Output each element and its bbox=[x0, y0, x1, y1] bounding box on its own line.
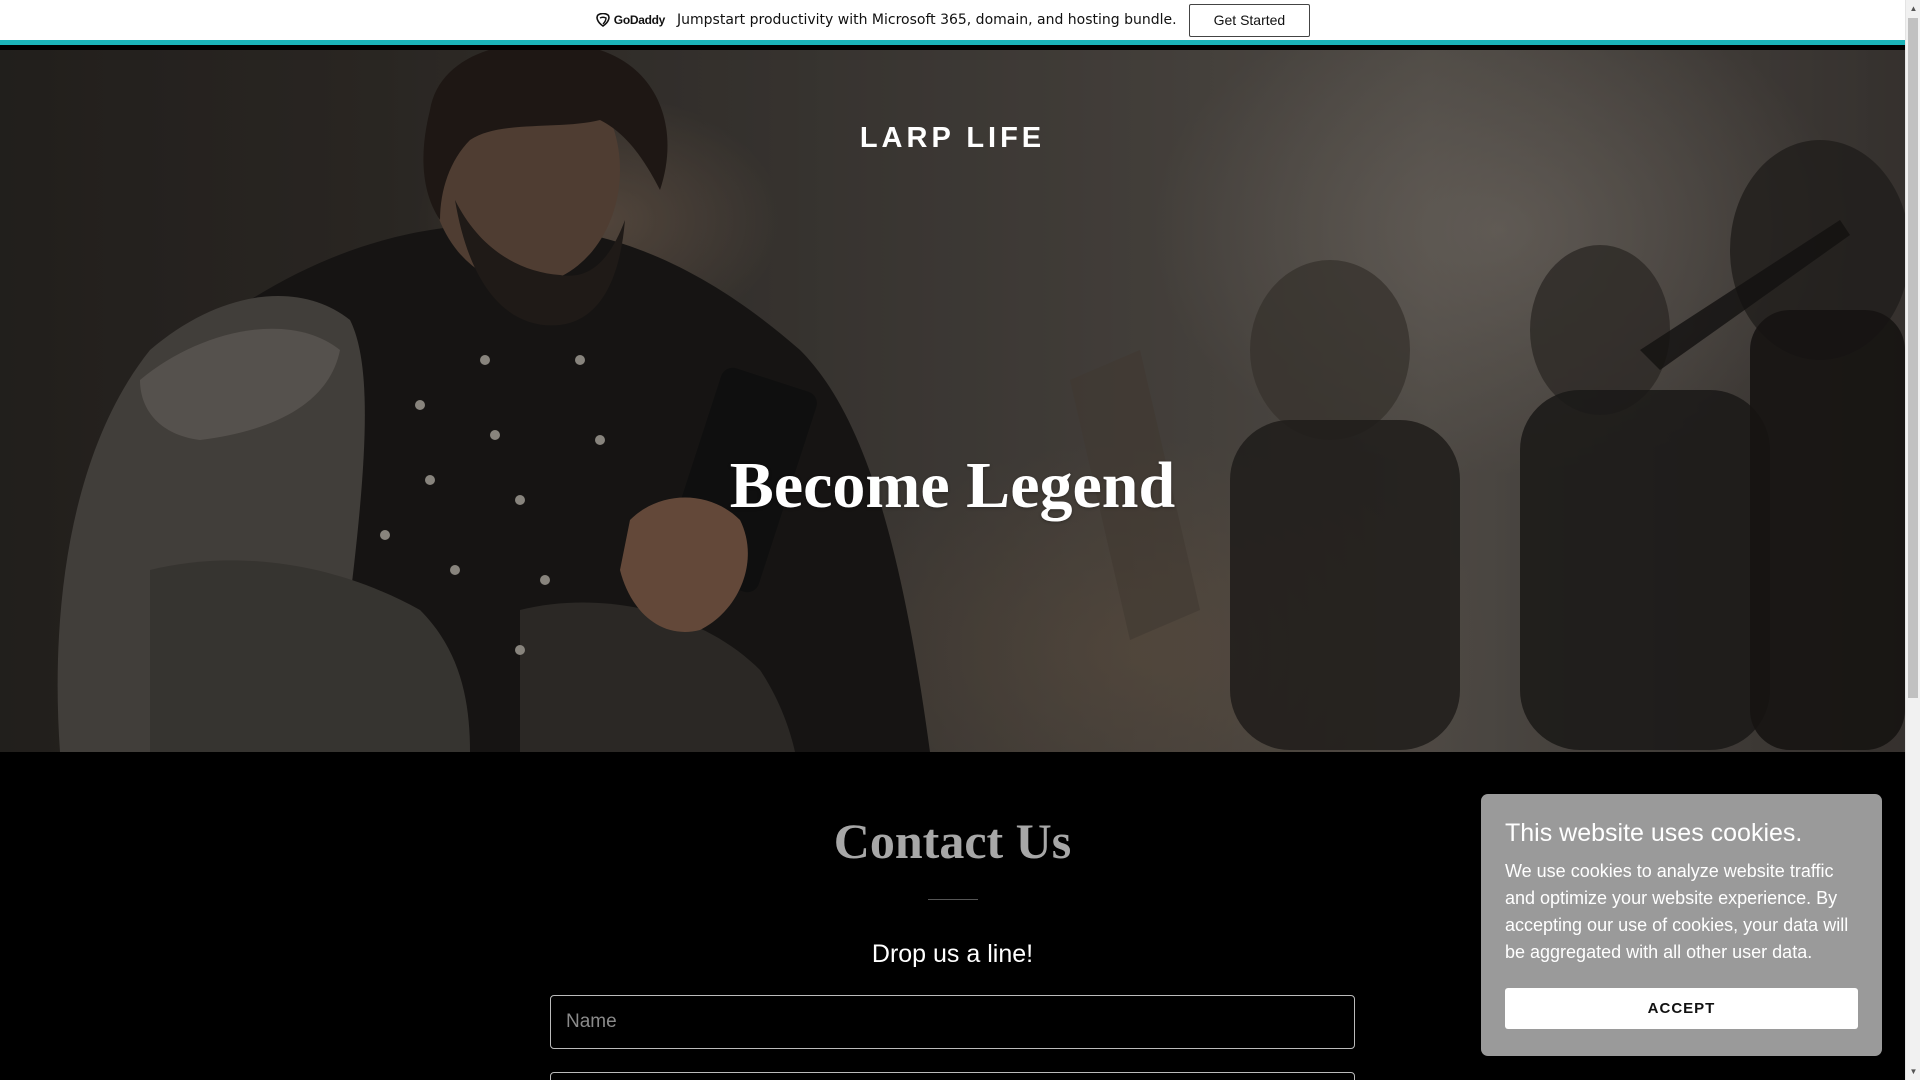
godaddy-logo-icon bbox=[596, 13, 610, 27]
name-input[interactable] bbox=[550, 995, 1355, 1049]
hero-heading: Become Legend bbox=[729, 449, 1176, 522]
site-title[interactable]: LARP LIFE bbox=[0, 122, 1905, 155]
godaddy-logo-text: GoDaddy bbox=[613, 13, 666, 27]
scrollbar-thumb[interactable] bbox=[1908, 18, 1918, 698]
contact-divider bbox=[928, 899, 978, 900]
scroll-up-arrow-icon[interactable]: ▲ bbox=[1906, 0, 1920, 17]
godaddy-logo[interactable]: GoDaddy bbox=[595, 13, 665, 27]
cookie-title: This website uses cookies. bbox=[1505, 819, 1803, 847]
promo-message: Jumpstart productivity with Microsoft 36… bbox=[677, 12, 1177, 28]
hero-overlay bbox=[0, 50, 1905, 752]
email-input[interactable] bbox=[550, 1072, 1355, 1080]
get-started-button[interactable]: Get Started bbox=[1188, 3, 1311, 37]
cookie-banner: This website uses cookies. We use cookie… bbox=[1481, 794, 1882, 1056]
hero-section: LARP LIFE Become Legend bbox=[0, 50, 1905, 752]
accept-cookies-button[interactable]: ACCEPT bbox=[1505, 988, 1858, 1029]
page: GoDaddy Jumpstart productivity with Micr… bbox=[0, 0, 1905, 1080]
cookie-body: We use cookies to analyze website traffi… bbox=[1505, 861, 1849, 962]
scroll-down-arrow-icon[interactable]: ▼ bbox=[1906, 1063, 1920, 1080]
page-scrollbar[interactable]: ▲ ▼ bbox=[1905, 0, 1920, 1080]
promo-bar: GoDaddy Jumpstart productivity with Micr… bbox=[0, 0, 1905, 45]
